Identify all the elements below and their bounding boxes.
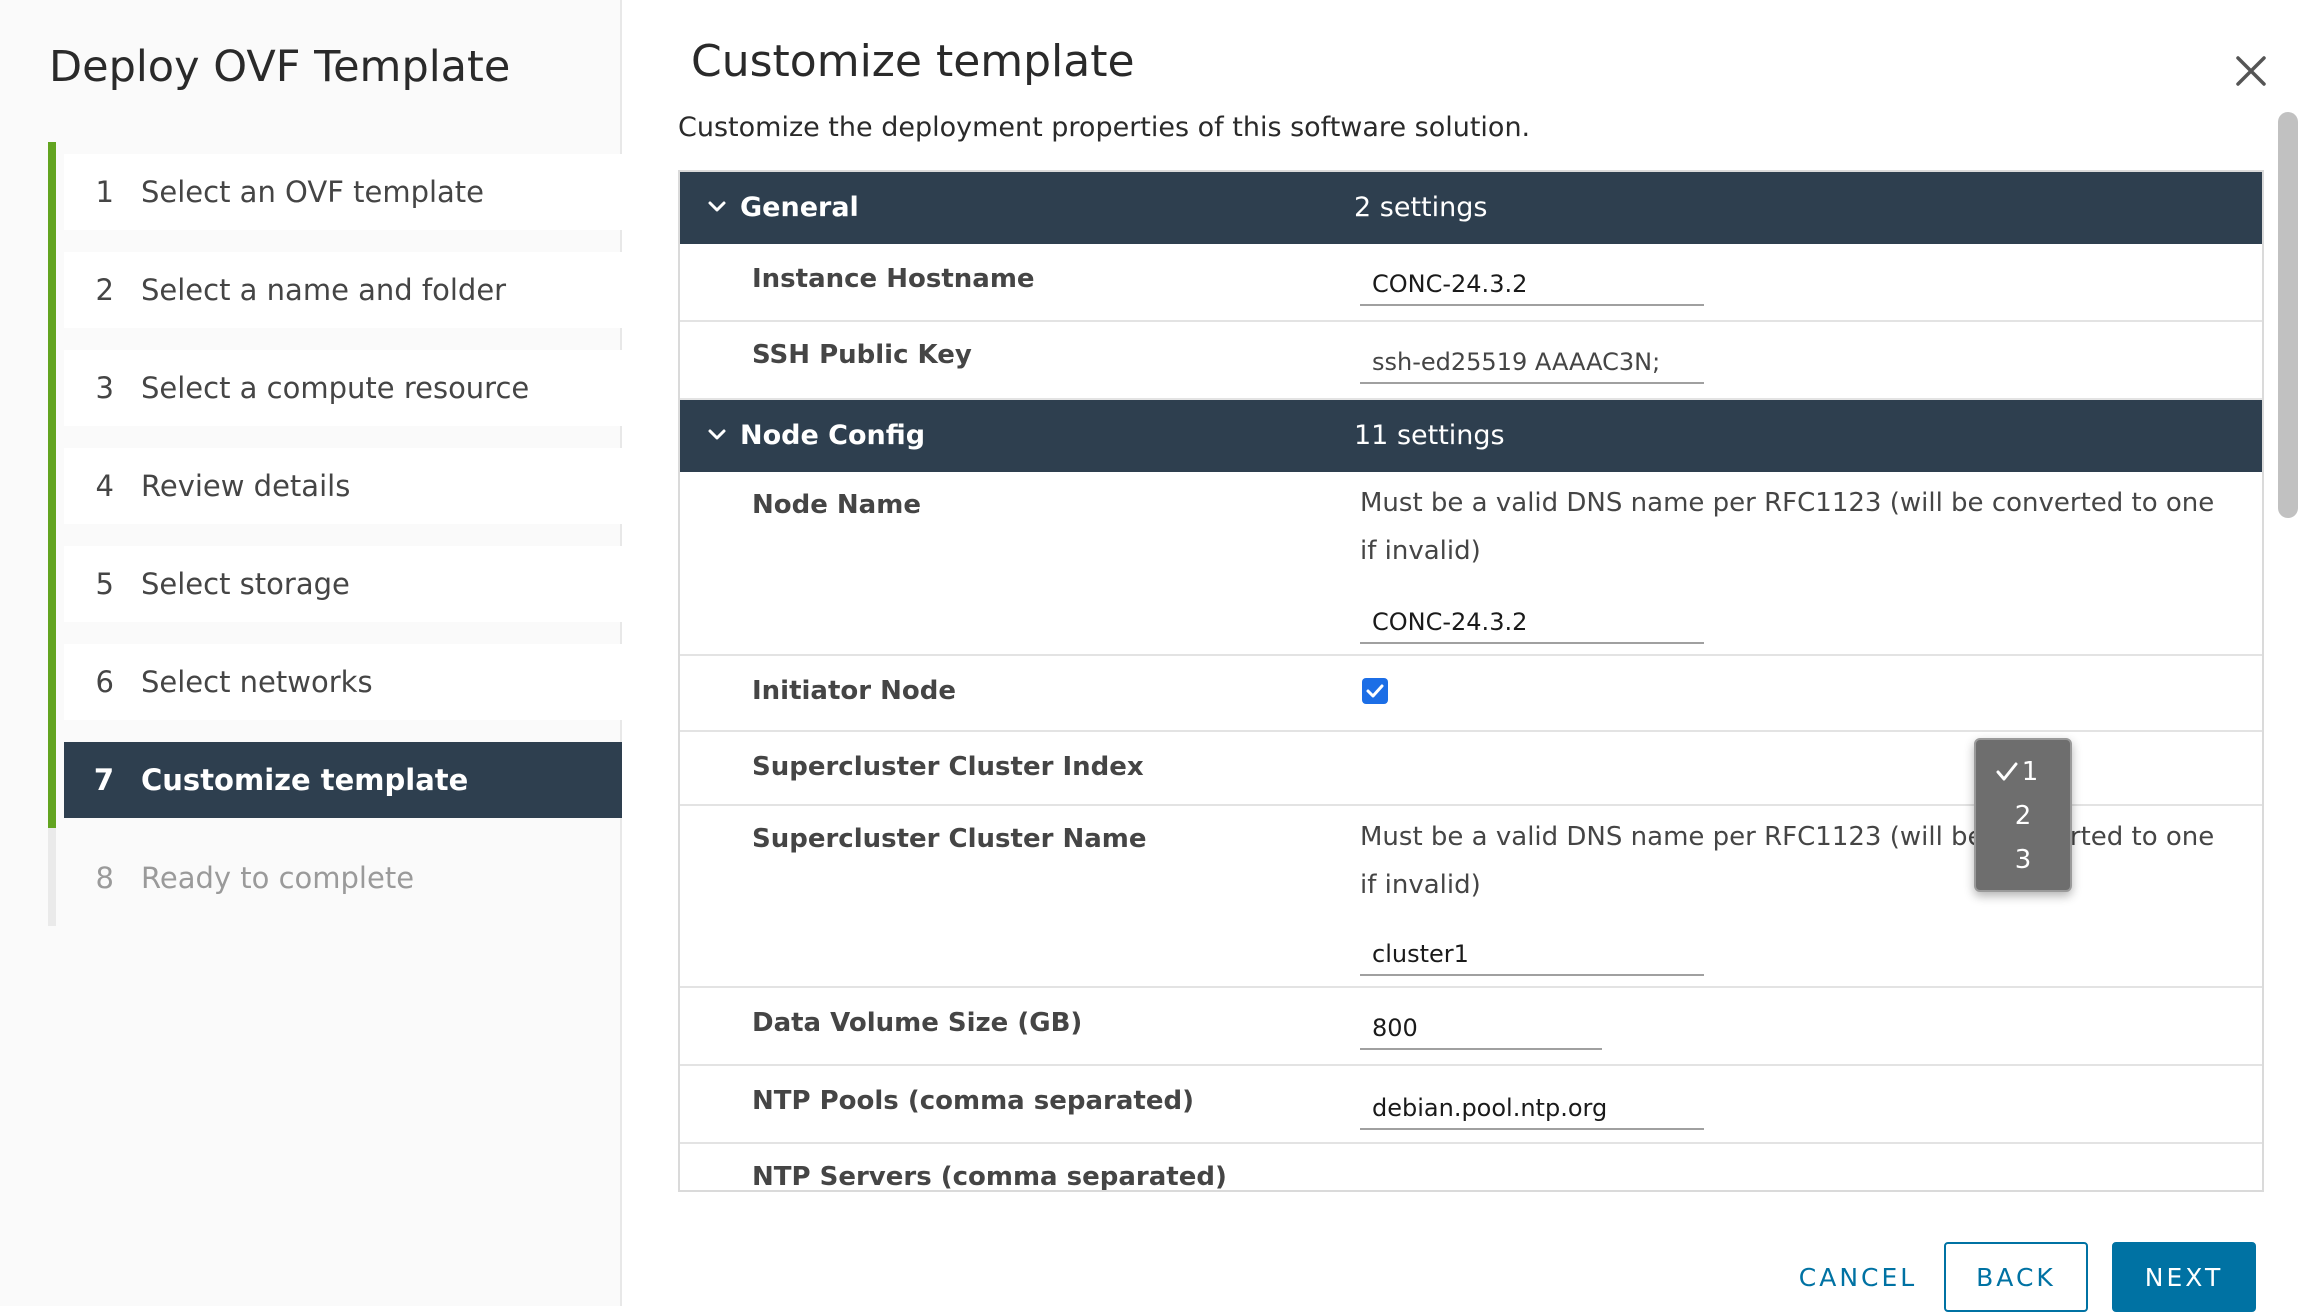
step-label: Select storage <box>141 567 350 601</box>
step-label: Customize template <box>141 763 469 797</box>
dropdown-option-1[interactable]: 1 <box>1976 750 2070 794</box>
row-label: SSH Public Key <box>752 340 972 370</box>
row-ntp-servers: NTP Servers (comma separated) <box>680 1144 2262 1192</box>
option-label: 3 <box>2014 845 2032 875</box>
back-button[interactable]: BACK <box>1944 1242 2088 1312</box>
step-label: Select networks <box>141 665 373 699</box>
step-number: 3 <box>95 371 114 405</box>
row-data-volume-size: Data Volume Size (GB) <box>680 988 2262 1066</box>
page-description: Customize the deployment properties of t… <box>678 112 1531 143</box>
wizard-step-6[interactable]: 6 Select networks <box>48 632 622 730</box>
chevron-down-icon <box>708 429 726 440</box>
dropdown-option-3[interactable]: 3 <box>1976 838 2070 882</box>
wizard-step-3[interactable]: 3 Select a compute resource <box>48 338 622 436</box>
step-number: 5 <box>95 567 114 601</box>
group-name: Node Config <box>740 420 926 451</box>
main-content: Customize template Customize the deploym… <box>622 0 2304 1312</box>
settings-panel: General 2 settings Instance Hostname SSH… <box>678 170 2264 1192</box>
initiator-node-checkbox[interactable] <box>1362 678 1388 704</box>
group-name: General <box>740 192 859 223</box>
row-label: Data Volume Size (GB) <box>752 1008 1083 1038</box>
chevron-down-icon <box>708 201 726 212</box>
row-label: NTP Pools (comma separated) <box>752 1086 1194 1116</box>
row-initiator-node: Initiator Node <box>680 656 2262 732</box>
step-label: Ready to complete <box>141 861 415 895</box>
step-number: 2 <box>95 273 114 307</box>
wizard-steps: 1 Select an OVF template 2 Select a name a… <box>48 142 622 926</box>
data-volume-size-input[interactable] <box>1360 1006 1602 1050</box>
supercluster-name-input[interactable] <box>1360 932 1704 976</box>
group-settings-count: 2 settings <box>1354 192 1488 223</box>
scrollbar-thumb[interactable] <box>2278 112 2298 518</box>
wizard-step-4[interactable]: 4 Review details <box>48 436 622 534</box>
step-number: 1 <box>95 175 114 209</box>
row-label: Initiator Node <box>752 676 957 706</box>
row-label: Node Name <box>752 490 921 520</box>
wizard-step-1[interactable]: 1 Select an OVF template <box>48 142 622 240</box>
row-instance-hostname: Instance Hostname <box>680 244 2262 322</box>
row-label: Supercluster Cluster Index <box>752 752 1144 782</box>
step-number: 4 <box>95 469 114 503</box>
ssh-public-key-input[interactable] <box>1360 340 1704 384</box>
row-node-name: Node Name Must be a valid DNS name per R… <box>680 472 2262 656</box>
wizard-step-8: 8 Ready to complete <box>48 828 622 926</box>
group-header-node-config[interactable]: Node Config 11 settings <box>680 400 2262 472</box>
node-name-input[interactable] <box>1360 600 1704 644</box>
step-number: 6 <box>95 665 114 699</box>
group-header-general[interactable]: General 2 settings <box>680 172 2262 244</box>
step-label: Select an OVF template <box>141 175 485 209</box>
wizard-step-5[interactable]: 5 Select storage <box>48 534 622 632</box>
supercluster-index-dropdown[interactable]: 1 2 3 <box>1974 738 2072 892</box>
ntp-pools-input[interactable] <box>1360 1086 1704 1130</box>
close-button[interactable] <box>2228 48 2274 94</box>
group-settings-count: 11 settings <box>1354 420 1505 451</box>
row-ssh-public-key: SSH Public Key <box>680 322 2262 400</box>
wizard-step-2[interactable]: 2 Select a name and folder <box>48 240 622 338</box>
step-label: Select a compute resource <box>141 371 530 405</box>
row-description: Must be a valid DNS name per RFC1123 (wi… <box>1360 488 2215 566</box>
row-description: Must be a valid DNS name per RFC1123 (wi… <box>1360 822 2215 900</box>
wizard-title: Deploy OVF Template <box>49 42 511 92</box>
step-label: Select a name and folder <box>141 273 507 307</box>
next-button[interactable]: NEXT <box>2112 1242 2256 1312</box>
step-label: Review details <box>141 469 351 503</box>
option-label: 2 <box>2014 801 2032 831</box>
step-number: 7 <box>93 763 114 797</box>
dropdown-option-2[interactable]: 2 <box>1976 794 2070 838</box>
row-label: NTP Servers (comma separated) <box>752 1162 1227 1192</box>
close-icon <box>2236 56 2266 86</box>
row-ntp-pools: NTP Pools (comma separated) <box>680 1066 2262 1144</box>
checkmark-icon <box>1366 684 1384 698</box>
wizard-sidebar: Deploy OVF Template 1 Select an OVF templ… <box>0 0 622 1306</box>
wizard-step-7[interactable]: 7 Customize template <box>48 730 622 828</box>
instance-hostname-input[interactable] <box>1360 262 1704 306</box>
step-number: 8 <box>95 861 114 895</box>
page-title: Customize template <box>691 36 1135 87</box>
checkmark-icon <box>1996 762 2018 781</box>
row-label: Instance Hostname <box>752 264 1035 294</box>
row-label: Supercluster Cluster Name <box>752 824 1147 854</box>
cancel-button[interactable]: CANCEL <box>1770 1242 1946 1312</box>
